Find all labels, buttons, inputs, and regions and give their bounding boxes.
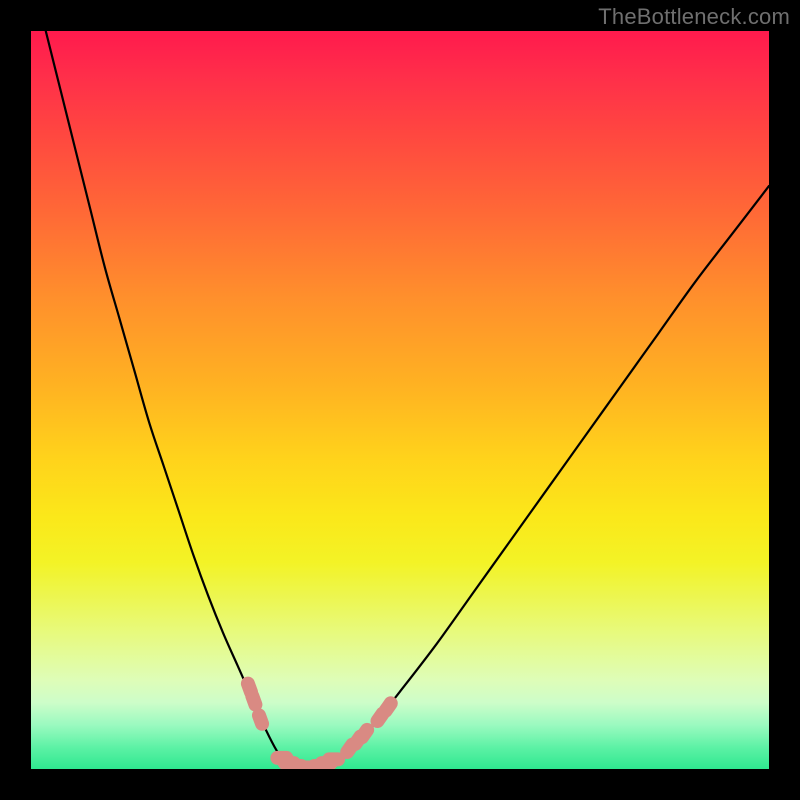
data-marker [259, 715, 262, 723]
plot-area [31, 31, 769, 769]
data-marker [362, 730, 367, 737]
data-marker [386, 703, 391, 710]
chart-frame: TheBottleneck.com [0, 0, 800, 800]
bottleneck-curve [31, 31, 769, 769]
curve-path [46, 31, 769, 768]
watermark-text: TheBottleneck.com [598, 4, 790, 30]
data-marker [252, 696, 255, 704]
